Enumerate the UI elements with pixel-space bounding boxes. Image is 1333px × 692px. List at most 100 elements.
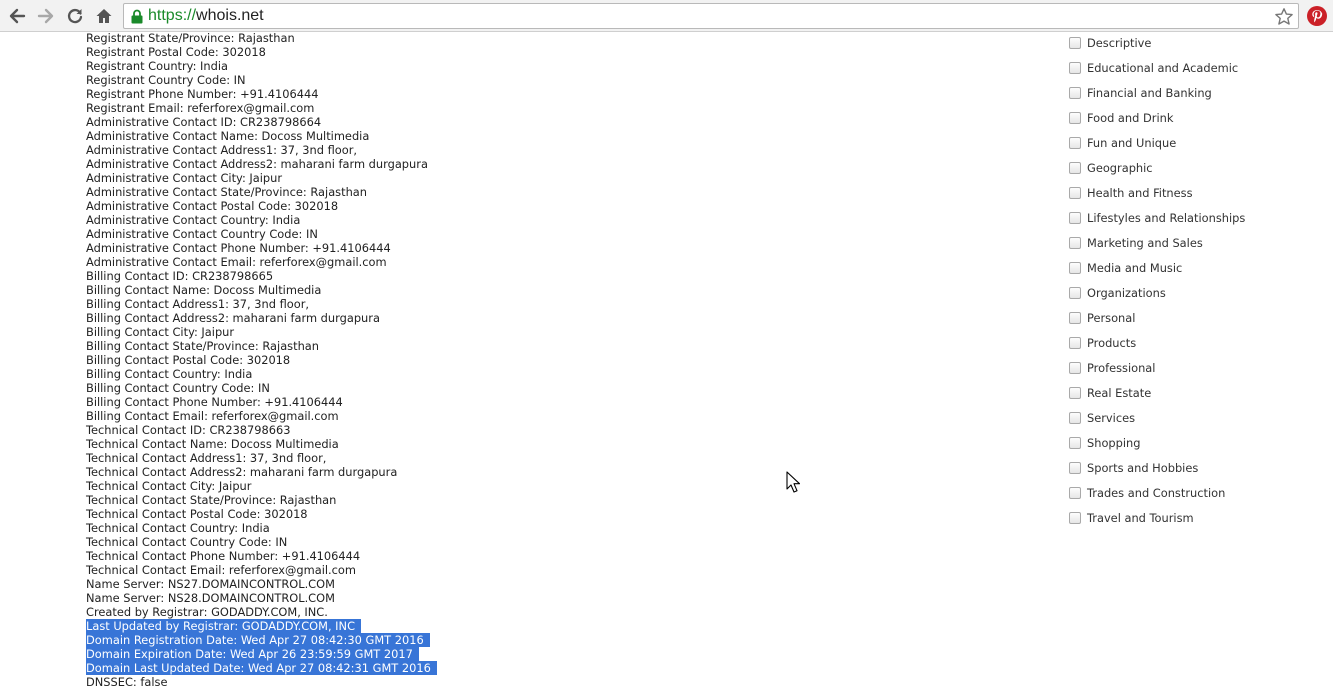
pinterest-icon[interactable] <box>1306 5 1328 27</box>
whois-line-text: Domain Expiration Date: Wed Apr 26 23:59… <box>86 647 419 661</box>
whois-line-text: Billing Contact Phone Number: +91.410644… <box>86 395 343 409</box>
whois-line-text: Billing Contact Country Code: IN <box>86 381 270 395</box>
whois-line-text: Registrant Email: referforex@gmail.com <box>86 101 315 115</box>
category-checkbox[interactable] <box>1069 437 1081 449</box>
whois-line: Domain Expiration Date: Wed Apr 26 23:59… <box>86 647 686 661</box>
whois-line: Billing Contact Email: referforex@gmail.… <box>86 409 686 423</box>
category-item[interactable]: Fun and Unique <box>1068 131 1328 156</box>
whois-line-text: Billing Contact Name: Docoss Multimedia <box>86 283 322 297</box>
category-checkbox[interactable] <box>1069 187 1081 199</box>
category-item[interactable]: Marketing and Sales <box>1068 231 1328 256</box>
whois-line: Technical Contact Address1: 37, 3nd floo… <box>86 451 686 465</box>
category-checkbox[interactable] <box>1069 212 1081 224</box>
whois-line: Administrative Contact State/Province: R… <box>86 185 686 199</box>
category-checkbox[interactable] <box>1069 412 1081 424</box>
whois-line-text: DNSSEC: false <box>86 675 168 689</box>
whois-line-text: Last Updated by Registrar: GODADDY.COM, … <box>86 619 362 633</box>
category-item[interactable]: Sports and Hobbies <box>1068 456 1328 481</box>
category-item[interactable]: Shopping <box>1068 431 1328 456</box>
bookmark-star-icon[interactable] <box>1274 7 1294 27</box>
category-label: Marketing and Sales <box>1087 236 1203 250</box>
whois-line-text: Technical Contact Address1: 37, 3nd floo… <box>86 451 327 465</box>
address-bar[interactable]: https://whois.net <box>123 3 1299 29</box>
category-label: Health and Fitness <box>1087 186 1193 200</box>
whois-line: Technical Contact Email: referforex@gmai… <box>86 563 686 577</box>
home-icon <box>96 9 112 23</box>
category-item[interactable]: Educational and Academic <box>1068 56 1328 81</box>
whois-line-text: Administrative Contact Address1: 37, 3nd… <box>86 143 358 157</box>
whois-line-text: Registrant State/Province: Rajasthan <box>86 32 295 45</box>
whois-line: Technical Contact Name: Docoss Multimedi… <box>86 437 686 451</box>
whois-line: Billing Contact Country Code: IN <box>86 381 686 395</box>
category-checkbox[interactable] <box>1069 62 1081 74</box>
category-item[interactable]: Food and Drink <box>1068 106 1328 131</box>
category-item[interactable]: Financial and Banking <box>1068 81 1328 106</box>
whois-line-text: Technical Contact State/Province: Rajast… <box>86 493 337 507</box>
category-item[interactable]: Media and Music <box>1068 256 1328 281</box>
whois-line-text: Billing Contact State/Province: Rajastha… <box>86 339 320 353</box>
whois-line: Billing Contact Address1: 37, 3nd floor, <box>86 297 686 311</box>
whois-line: DNSSEC: false <box>86 675 686 689</box>
category-checkbox[interactable] <box>1069 337 1081 349</box>
category-item[interactable]: Organizations <box>1068 281 1328 306</box>
category-checkbox[interactable] <box>1069 162 1081 174</box>
whois-line: Billing Contact ID: CR238798665 <box>86 269 686 283</box>
forward-button[interactable] <box>34 4 58 28</box>
whois-line-text: Created by Registrar: GODADDY.COM, INC. <box>86 605 328 619</box>
category-checkbox[interactable] <box>1069 287 1081 299</box>
whois-line-text: Technical Contact Name: Docoss Multimedi… <box>86 437 339 451</box>
whois-line: Administrative Contact Postal Code: 3020… <box>86 199 686 213</box>
url-host: whois.net <box>196 7 264 24</box>
whois-line-text: Administrative Contact City: Jaipur <box>86 171 283 185</box>
whois-line: Billing Contact Country: India <box>86 367 686 381</box>
category-item[interactable]: Trades and Construction <box>1068 481 1328 506</box>
category-checkbox[interactable] <box>1069 387 1081 399</box>
reload-button[interactable] <box>63 4 87 28</box>
category-checkbox[interactable] <box>1069 362 1081 374</box>
category-item[interactable]: Personal <box>1068 306 1328 331</box>
category-label: Products <box>1087 336 1137 350</box>
category-item[interactable]: Travel and Tourism <box>1068 506 1328 531</box>
category-item[interactable]: Products <box>1068 331 1328 356</box>
whois-line: Technical Contact Country Code: IN <box>86 535 686 549</box>
whois-line: Technical Contact Phone Number: +91.4106… <box>86 549 686 563</box>
category-checkbox[interactable] <box>1069 462 1081 474</box>
category-label: Professional <box>1087 361 1156 375</box>
category-label: Shopping <box>1087 436 1141 450</box>
category-checkbox[interactable] <box>1069 137 1081 149</box>
category-checkbox[interactable] <box>1069 487 1081 499</box>
browser-toolbar: https://whois.net <box>0 0 1333 32</box>
category-checkbox[interactable] <box>1069 312 1081 324</box>
back-button[interactable] <box>5 4 29 28</box>
whois-line: Registrant Country: India <box>86 59 686 73</box>
category-checkbox[interactable] <box>1069 112 1081 124</box>
category-checkbox[interactable] <box>1069 262 1081 274</box>
whois-line: Registrant Country Code: IN <box>86 73 686 87</box>
whois-line: Administrative Contact ID: CR238798664 <box>86 115 686 129</box>
category-label: Media and Music <box>1087 261 1183 275</box>
whois-line-text: Technical Contact ID: CR238798663 <box>86 423 291 437</box>
whois-line: Last Updated by Registrar: GODADDY.COM, … <box>86 619 686 633</box>
whois-line-text: Administrative Contact Phone Number: +91… <box>86 241 391 255</box>
category-item[interactable]: Health and Fitness <box>1068 181 1328 206</box>
home-button[interactable] <box>92 4 116 28</box>
category-label: Food and Drink <box>1087 111 1174 125</box>
whois-line: Administrative Contact Address1: 37, 3nd… <box>86 143 686 157</box>
category-label: Real Estate <box>1087 386 1152 400</box>
whois-line: Administrative Contact Phone Number: +91… <box>86 241 686 255</box>
category-item[interactable]: Professional <box>1068 356 1328 381</box>
category-checkbox[interactable] <box>1069 512 1081 524</box>
category-item[interactable]: Descriptive <box>1068 32 1328 56</box>
whois-line: Technical Contact Address2: maharani far… <box>86 465 686 479</box>
whois-line: Billing Contact Phone Number: +91.410644… <box>86 395 686 409</box>
category-label: Travel and Tourism <box>1087 511 1194 525</box>
category-item[interactable]: Real Estate <box>1068 381 1328 406</box>
category-item[interactable]: Geographic <box>1068 156 1328 181</box>
category-item[interactable]: Lifestyles and Relationships <box>1068 206 1328 231</box>
category-checkbox[interactable] <box>1069 87 1081 99</box>
whois-line: Billing Contact Postal Code: 302018 <box>86 353 686 367</box>
category-checkbox[interactable] <box>1069 237 1081 249</box>
whois-line-text: Administrative Contact ID: CR238798664 <box>86 115 322 129</box>
category-checkbox[interactable] <box>1069 37 1081 49</box>
category-item[interactable]: Services <box>1068 406 1328 431</box>
